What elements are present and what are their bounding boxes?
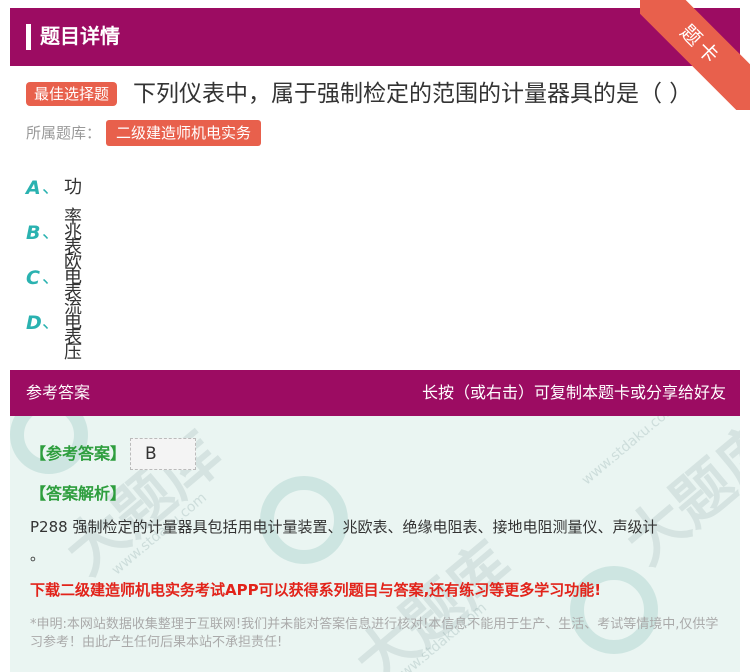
answer-section-title: 参考答案 (26, 383, 91, 402)
disclaimer: *申明:本网站数据收集整理于互联网!我们并未能对答案信息进行核对!本信息不能用于… (30, 617, 719, 650)
option-letter: B (26, 222, 41, 244)
option-separator: 、 (42, 312, 60, 333)
option-separator: 、 (42, 177, 60, 198)
explanation-label: 【答案解析】 (30, 484, 127, 503)
reference-answer-label: 【参考答案】 (30, 444, 127, 463)
option-letter: A (26, 177, 41, 199)
option-separator: 、 (42, 222, 60, 243)
page-title: 题目详情 (40, 24, 120, 48)
detail-header: 题目详情 (10, 8, 740, 66)
reference-answer-value: B (130, 438, 196, 470)
question-line: 最佳选择题 下列仪表中，属于强制检定的范围的计量器具的是（ ） (26, 78, 746, 114)
answer-section-header: 参考答案 长按（或右击）可复制本题卡或分享给好友 (10, 370, 740, 416)
header-accent-bar (26, 24, 31, 50)
bank-name-badge[interactable]: 二级建造师机电实务 (106, 120, 262, 146)
question-text: 下列仪表中，属于强制检定的范围的计量器具的是（ ） (133, 81, 693, 107)
answer-section-body: 大题库 大题库 大题库 www.stdaku.com www.stdaku.co… (10, 416, 740, 672)
option-letter: D (26, 312, 42, 334)
explanation-text: P288 强制检定的计量器具包括用电计量装置、兆欧表、绝缘电阻表、接地电阻测量仪… (30, 518, 658, 536)
share-hint: 长按（或右击）可复制本题卡或分享给好友 (421, 383, 726, 402)
question-type-badge: 最佳选择题 (26, 82, 118, 106)
bank-label: 所属题库： (26, 124, 102, 142)
app-promo-link[interactable]: 下载二级建造师机电实务考试APP可以获得系列题目与答案,还有练习等更多学习功能! (30, 578, 601, 602)
option-letter: C (26, 267, 40, 289)
option-separator: 、 (42, 267, 60, 288)
explanation-tail: 。 (30, 546, 46, 564)
